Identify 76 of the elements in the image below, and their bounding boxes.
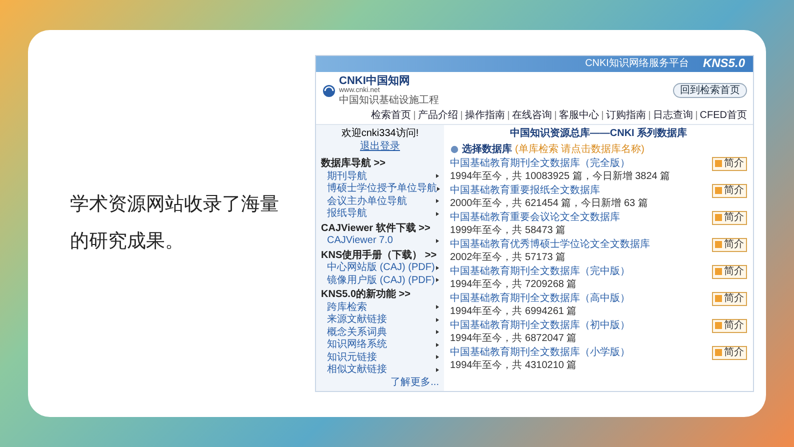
- triangle-icon: [436, 355, 439, 360]
- home-button[interactable]: 回到检索首页: [673, 82, 747, 98]
- database-link[interactable]: 中国基础教育期刊全文数据库（完全版）: [450, 158, 630, 170]
- intro-button[interactable]: 简介: [712, 265, 747, 279]
- database-link[interactable]: 中国基础教育重要报纸全文数据库: [450, 185, 600, 197]
- nav-link[interactable]: 客服中心: [558, 110, 599, 122]
- triangle-icon: [436, 199, 439, 204]
- database-stats: 1994年至今，共 7209268 篇: [450, 278, 578, 290]
- database-link[interactable]: 中国基础教育期刊全文数据库（小学版）: [450, 347, 630, 359]
- nav-link[interactable]: 检索首页: [370, 110, 411, 122]
- triangle-icon: [436, 212, 439, 216]
- more-link[interactable]: 了解更多...: [390, 376, 439, 388]
- triangle-icon: [436, 342, 439, 347]
- database-link[interactable]: 中国基础教育期刊全文数据库（高中版）: [450, 293, 630, 305]
- triangle-icon: [436, 278, 439, 282]
- sidebar-link[interactable]: 会议主办单位导航: [327, 196, 407, 208]
- sidebar-link[interactable]: 镜像用户版 (CAJ) (PDF): [327, 274, 435, 286]
- intro-button[interactable]: 简介: [712, 184, 747, 198]
- nav-link[interactable]: 在线咨询: [512, 110, 552, 122]
- triangle-icon: [436, 368, 439, 372]
- sidebar-link[interactable]: 知识网络系统: [327, 339, 387, 351]
- sidebar-link[interactable]: 来源文献链接: [327, 314, 387, 326]
- triangle-icon: [436, 266, 439, 270]
- slide-text: 学术资源网站收录了海量的研究成果。: [70, 193, 279, 254]
- database-stats: 1994年至今，共 6994261 篇: [450, 306, 578, 318]
- sidebar-section-title: 数据库导航 >>: [321, 158, 386, 170]
- triangle-icon: [436, 238, 439, 243]
- intro-button[interactable]: 简介: [712, 292, 747, 306]
- version-label: KNS5.0: [702, 56, 745, 71]
- sidebar-link[interactable]: 跨库检索: [327, 302, 367, 314]
- sidebar-section-title: KNS5.0的新功能 >>: [321, 289, 412, 301]
- nav-link[interactable]: CFED首页: [700, 110, 747, 122]
- sidebar-link[interactable]: 期刊导航: [327, 170, 367, 182]
- nav-link[interactable]: 订购指南: [606, 110, 646, 122]
- nav-link[interactable]: 操作指南: [464, 110, 505, 122]
- triangle-icon: [436, 305, 439, 310]
- database-stats: 1994年至今，共 6872047 篇: [450, 332, 578, 344]
- intro-button[interactable]: 简介: [712, 238, 747, 252]
- intro-button[interactable]: 简介: [712, 157, 747, 171]
- database-link[interactable]: 中国基础教育期刊全文数据库（初中版）: [450, 320, 630, 332]
- database-stats: 1994年至今，共 10083925 篇，今日新增 3824 篇: [450, 170, 672, 182]
- sidebar-link[interactable]: 报纸导航: [327, 208, 367, 220]
- section-label: 选择数据库: [462, 144, 512, 156]
- intro-button[interactable]: 简介: [712, 211, 747, 225]
- sidebar-link[interactable]: 博硕士学位授予单位导航: [327, 183, 437, 195]
- sidebar-link[interactable]: CAJViewer 7.0: [327, 235, 393, 247]
- sidebar-section-title: CAJViewer 软件下载 >>: [321, 222, 432, 234]
- database-link[interactable]: 中国基础教育优秀博硕士学位论文全文数据库: [450, 239, 650, 251]
- nav-link[interactable]: 产品介绍: [418, 110, 458, 122]
- welcome-text: 欢迎cnki334访问!: [341, 128, 419, 140]
- banner-title: CNKI知识网络服务平台: [585, 58, 689, 70]
- sidebar-link[interactable]: 相似文献链接: [327, 364, 387, 376]
- triangle-icon: [436, 318, 439, 322]
- triangle-icon: [437, 186, 440, 191]
- logo-subtitle: 中国知识基础设施工程: [339, 95, 439, 107]
- database-stats: 2000年至今，共 621454 篇，今日新增 63 篇: [450, 198, 649, 210]
- database-icon: [450, 144, 459, 154]
- database-stats: 1999年至今，共 58473 篇: [450, 224, 567, 236]
- intro-button[interactable]: 简介: [712, 319, 747, 333]
- page-title: 中国知识资源总库——CNKI 系列数据库: [510, 128, 688, 140]
- database-stats: 2002年至今，共 57173 篇: [450, 252, 567, 264]
- sidebar-link[interactable]: 知识元链接: [327, 352, 377, 364]
- database-link[interactable]: 中国基础教育重要会议论文全文数据库: [450, 212, 620, 224]
- triangle-icon: [436, 174, 439, 178]
- sidebar-section-title: KNS使用手册（下载） >>: [321, 250, 438, 262]
- logo-brand: CNKI中国知网: [339, 74, 411, 87]
- sidebar-link[interactable]: 概念关系词典: [327, 326, 387, 338]
- globe-icon: [322, 84, 336, 98]
- sidebar-link[interactable]: 中心网站版 (CAJ) (PDF): [327, 262, 435, 274]
- logout-link[interactable]: 退出登录: [360, 140, 400, 152]
- triangle-icon: [436, 330, 439, 334]
- intro-button[interactable]: 简介: [712, 346, 747, 360]
- section-hint: (单库检索 请点击数据库名称): [515, 144, 644, 156]
- database-link[interactable]: 中国基础教育期刊全文数据库（完中版）: [450, 266, 630, 278]
- nav-link[interactable]: 日志查询: [652, 110, 693, 122]
- database-stats: 1994年至今，共 4310210 篇: [450, 360, 578, 372]
